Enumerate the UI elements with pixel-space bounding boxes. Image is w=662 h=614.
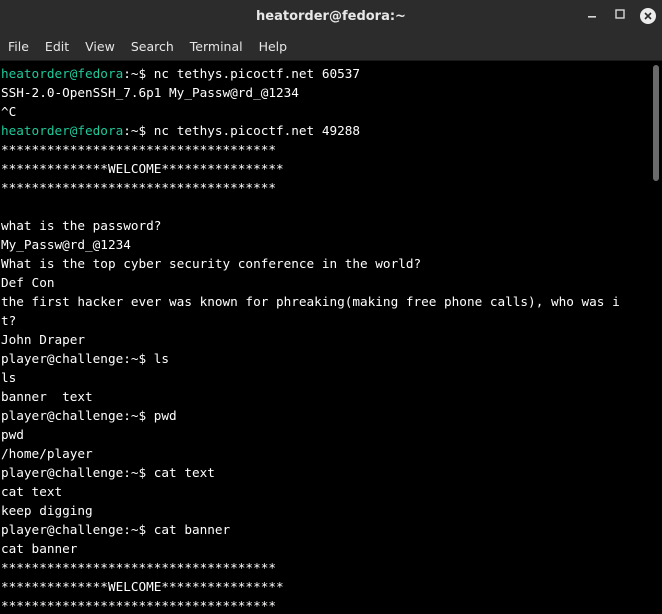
terminal-line: ************************************: [0, 140, 650, 159]
terminal-line: keep digging: [0, 501, 650, 520]
terminal-line: ls: [0, 368, 650, 387]
terminal-output[interactable]: heatorder@fedora:~$ nc tethys.picoctf.ne…: [0, 61, 650, 614]
terminal-line-text: t?: [1, 313, 17, 328]
vertical-scrollbar[interactable]: [650, 61, 662, 614]
terminal-line: ************************************: [0, 178, 650, 197]
menu-help[interactable]: Help: [251, 32, 296, 61]
terminal-line-text: pwd: [1, 427, 24, 442]
minimize-button[interactable]: [578, 0, 606, 32]
terminal-line-text: ls: [1, 370, 17, 385]
terminal-line-text: SSH-2.0-OpenSSH_7.6p1 My_Passw@rd_@1234: [1, 85, 299, 100]
window-controls: [578, 0, 662, 32]
terminal-line: pwd: [0, 425, 650, 444]
title-bar[interactable]: heatorder@fedora:~: [0, 0, 662, 32]
prompt-user-host: heatorder@fedora: [1, 123, 124, 138]
menu-file[interactable]: File: [0, 32, 37, 61]
scrollbar-thumb[interactable]: [653, 65, 659, 181]
terminal-line-text: what is the password?: [1, 218, 162, 233]
close-icon: [640, 8, 656, 24]
terminal-line-text: Def Con: [1, 275, 55, 290]
terminal-line-text: /home/player: [1, 446, 93, 461]
menu-terminal[interactable]: Terminal: [182, 32, 251, 61]
terminal-line: player@challenge:~$ cat text: [0, 463, 650, 482]
terminal-line-text: keep digging: [1, 503, 93, 518]
terminal-line-text: What is the top cyber security conferenc…: [1, 256, 422, 271]
terminal-line: ************************************: [0, 596, 650, 614]
menu-edit[interactable]: Edit: [37, 32, 77, 61]
terminal-line: player@challenge:~$ pwd: [0, 406, 650, 425]
terminal-line: what is the password?: [0, 216, 650, 235]
terminal-line: heatorder@fedora:~$ nc tethys.picoctf.ne…: [0, 64, 650, 83]
prompt-path: :~$: [123, 66, 154, 81]
terminal-line: What is the top cyber security conferenc…: [0, 254, 650, 273]
terminal-line-text: the first hacker ever was known for phre…: [1, 294, 620, 309]
terminal-line-text: **************WELCOME****************: [1, 161, 284, 176]
terminal-line: John Draper: [0, 330, 650, 349]
terminal-line-text: banner text: [1, 389, 93, 404]
terminal-line: banner text: [0, 387, 650, 406]
terminal-line-text: player@challenge:~$ ls: [1, 351, 170, 366]
terminal-line: **************WELCOME****************: [0, 159, 650, 178]
terminal-line-text: ************************************: [1, 180, 276, 195]
maximize-button[interactable]: [606, 0, 634, 32]
terminal-line-text: ************************************: [1, 560, 276, 575]
menu-search[interactable]: Search: [123, 32, 182, 61]
terminal-line: player@challenge:~$ cat banner: [0, 520, 650, 539]
terminal-line: cat text: [0, 482, 650, 501]
close-button[interactable]: [634, 0, 662, 32]
terminal-line: t?: [0, 311, 650, 330]
terminal-line-text: player@challenge:~$ cat text: [1, 465, 215, 480]
prompt-path: :~$: [123, 123, 154, 138]
terminal-line: Def Con: [0, 273, 650, 292]
terminal-line-text: cat banner: [1, 541, 78, 556]
prompt-user-host: heatorder@fedora: [1, 66, 124, 81]
terminal-line: ************************************: [0, 558, 650, 577]
terminal-line: My_Passw@rd_@1234: [0, 235, 650, 254]
terminal-line: **************WELCOME****************: [0, 577, 650, 596]
terminal-line: player@challenge:~$ ls: [0, 349, 650, 368]
menu-view[interactable]: View: [77, 32, 123, 61]
terminal-line: cat banner: [0, 539, 650, 558]
terminal-line: ^C: [0, 102, 650, 121]
terminal-line: the first hacker ever was known for phre…: [0, 292, 650, 311]
terminal-line-text: John Draper: [1, 332, 86, 347]
terminal-window: heatorder@fedora:~ File Edit View Search…: [0, 0, 662, 614]
maximize-icon: [614, 8, 626, 24]
terminal-line-text: ************************************: [1, 598, 276, 613]
terminal-line-text: **************WELCOME****************: [1, 579, 284, 594]
terminal-line-text: cat text: [1, 484, 63, 499]
terminal-line: /home/player: [0, 444, 650, 463]
minimize-icon: [586, 8, 598, 24]
terminal-line-text: nc tethys.picoctf.net 60537: [153, 66, 361, 81]
terminal-line: heatorder@fedora:~$ nc tethys.picoctf.ne…: [0, 121, 650, 140]
terminal-line-text: My_Passw@rd_@1234: [1, 237, 131, 252]
terminal-line-text: nc tethys.picoctf.net 49288: [153, 123, 361, 138]
terminal-line-text: player@challenge:~$ cat banner: [1, 522, 231, 537]
terminal-line-text: ************************************: [1, 142, 276, 157]
terminal-line: SSH-2.0-OpenSSH_7.6p1 My_Passw@rd_@1234: [0, 83, 650, 102]
terminal-line-text: ^C: [1, 104, 17, 119]
terminal-line-text: player@challenge:~$ pwd: [1, 408, 177, 423]
window-title: heatorder@fedora:~: [256, 8, 406, 24]
menu-bar: File Edit View Search Terminal Help: [0, 32, 662, 61]
